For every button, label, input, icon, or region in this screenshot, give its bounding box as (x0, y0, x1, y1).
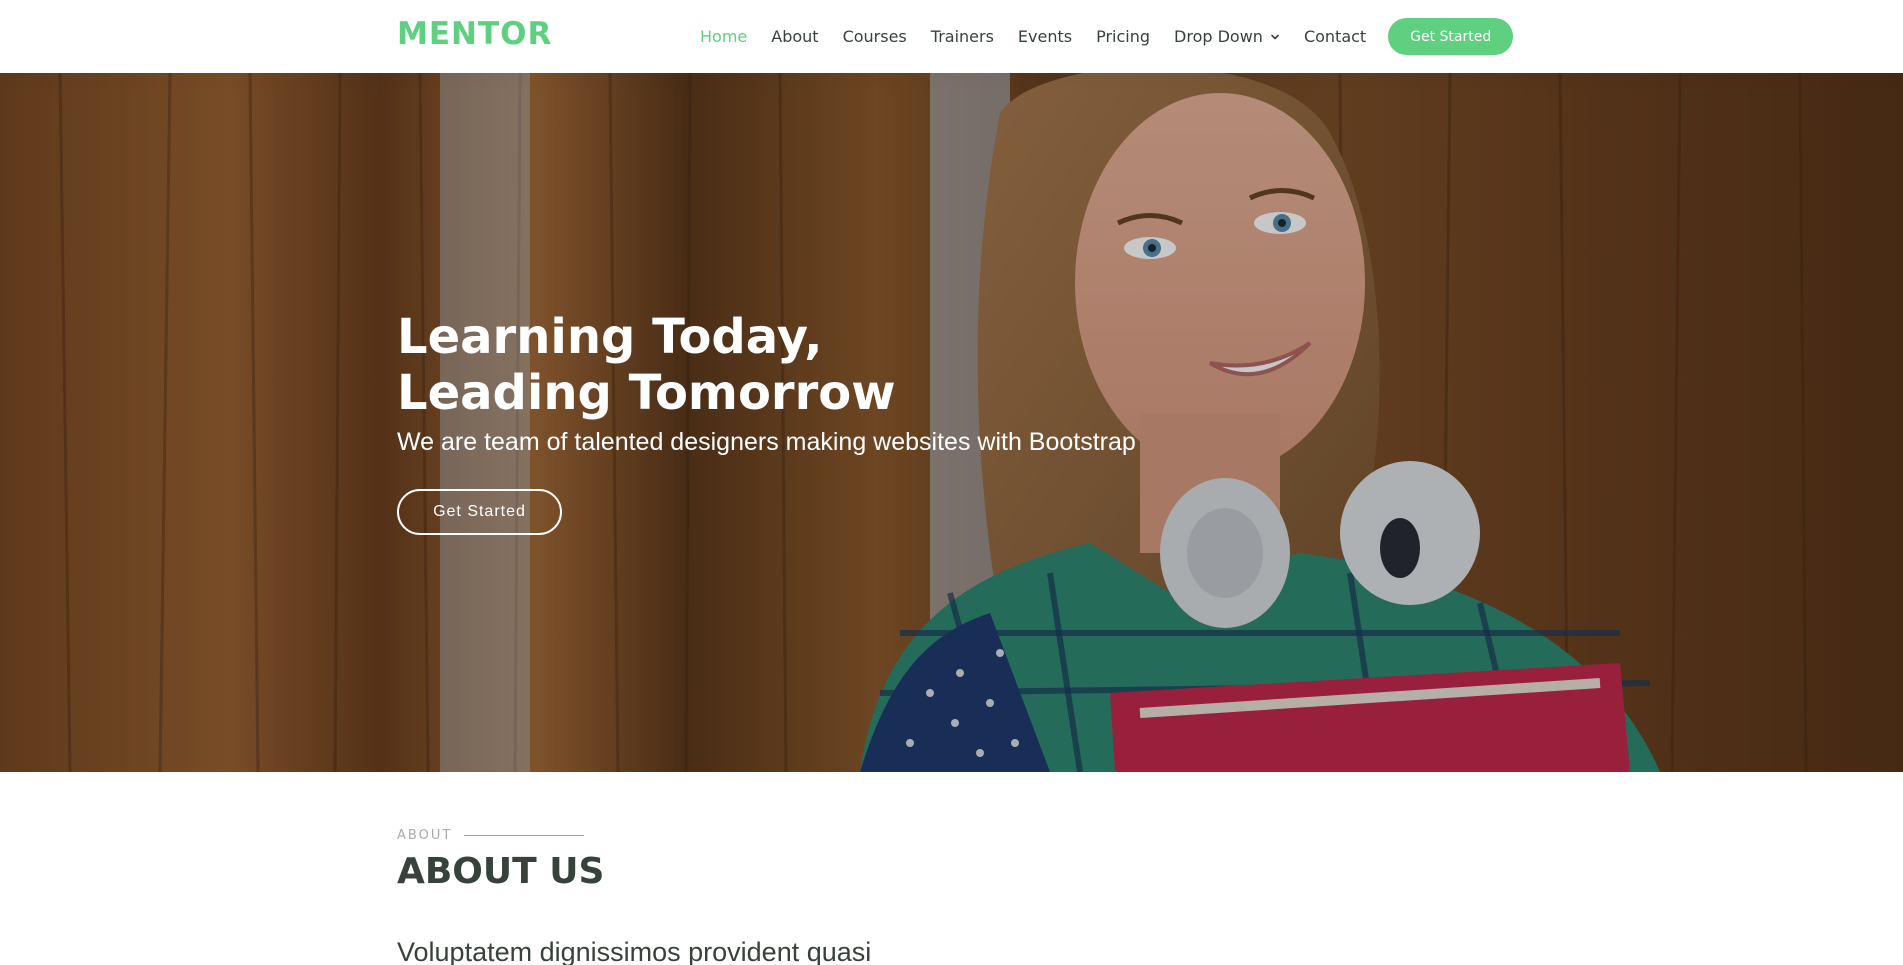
about-lead: Voluptatem dignissimos provident quasi (397, 937, 872, 965)
hero-title: Learning Today, Leading Tomorrow (397, 309, 1097, 421)
site-header: MENTOR Home About Courses Trainers Event… (0, 0, 1903, 73)
hero-title-line-2: Leading Tomorrow (397, 365, 896, 421)
eyebrow-divider (464, 835, 585, 836)
hero-section: Learning Today, Leading Tomorrow We are … (0, 73, 1903, 772)
get-started-button[interactable]: Get Started (1388, 18, 1514, 55)
chevron-down-icon (1271, 34, 1279, 39)
nav-home[interactable]: Home (700, 27, 747, 46)
hero-title-line-1: Learning Today, (397, 309, 823, 365)
about-title: ABOUT US (397, 851, 605, 892)
nav-about[interactable]: About (771, 27, 818, 46)
nav-pricing[interactable]: Pricing (1096, 27, 1150, 46)
main-nav: Home About Courses Trainers Events Prici… (700, 0, 1514, 73)
nav-dropdown-label: Drop Down (1174, 27, 1263, 46)
nav-courses[interactable]: Courses (843, 27, 907, 46)
nav-events[interactable]: Events (1018, 27, 1072, 46)
nav-trainers[interactable]: Trainers (931, 27, 994, 46)
hero-get-started-button[interactable]: Get Started (397, 489, 562, 535)
nav-dropdown[interactable]: Drop Down (1174, 27, 1280, 46)
about-eyebrow-text: ABOUT (397, 828, 453, 843)
site-logo[interactable]: MENTOR (397, 16, 552, 52)
hero-overlay (0, 73, 1903, 772)
nav-contact[interactable]: Contact (1304, 27, 1366, 46)
hero-subtitle: We are team of talented designers making… (397, 428, 1136, 456)
about-eyebrow: ABOUT (397, 828, 585, 843)
